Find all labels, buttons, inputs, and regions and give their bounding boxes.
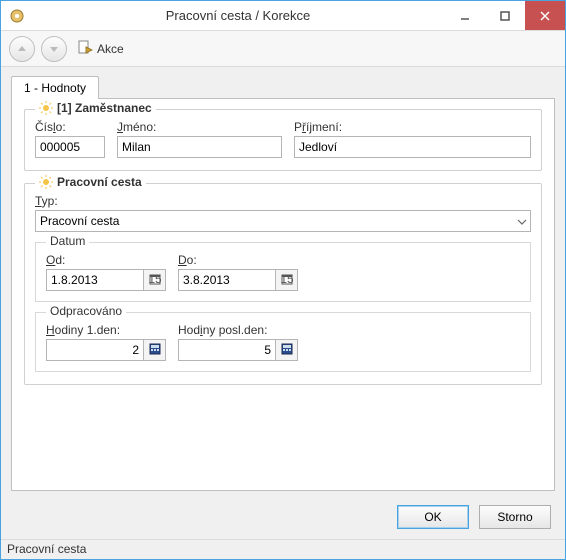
status-text: Pracovní cesta <box>7 542 86 556</box>
minimize-button[interactable] <box>445 1 485 30</box>
calculator-icon <box>281 343 293 358</box>
odpracovano-legend: Odpracováno <box>46 304 126 318</box>
svg-text:15: 15 <box>149 273 161 285</box>
subgroup-datum: Datum Od: 15 Do: <box>35 242 531 302</box>
tabstrip: 1 - Hodnoty <box>11 75 555 98</box>
field-do: Do: 15 <box>178 253 298 291</box>
content-area: 1 - Hodnoty [1] Zaměstnanec Číslo: Jméno… <box>1 67 565 495</box>
field-jmeno: Jméno: <box>117 120 282 158</box>
statusbar: Pracovní cesta <box>1 539 565 559</box>
hodiny-prvni-label: Hodiny 1.den: <box>46 323 166 337</box>
field-hodiny-posledni: Hodiny posl.den: <box>178 323 298 361</box>
actions-menu[interactable]: Akce <box>77 39 124 58</box>
window-title: Pracovní cesta / Korekce <box>31 8 445 23</box>
svg-text:15: 15 <box>281 273 293 285</box>
app-icon <box>9 8 25 24</box>
field-typ: Typ: Pracovní cesta <box>35 194 531 232</box>
group-trip-legend: Pracovní cesta <box>35 175 146 189</box>
cislo-label: Číslo: <box>35 120 105 134</box>
jmeno-input[interactable] <box>117 136 282 158</box>
calendar-icon: 15 <box>149 273 161 288</box>
typ-select[interactable]: Pracovní cesta <box>35 210 531 232</box>
group-trip: Pracovní cesta Typ: Pracovní cesta Datum… <box>24 183 542 385</box>
hodiny-posledni-label: Hodiny posl.den: <box>178 323 298 337</box>
hodiny-prvni-calc-button[interactable] <box>144 339 166 361</box>
datum-legend: Datum <box>46 234 89 248</box>
prijmeni-input[interactable] <box>294 136 531 158</box>
field-cislo: Číslo: <box>35 120 105 158</box>
titlebar: Pracovní cesta / Korekce <box>1 1 565 31</box>
calculator-icon <box>149 343 161 358</box>
do-label: Do: <box>178 253 298 267</box>
field-hodiny-prvni: Hodiny 1.den: <box>46 323 166 361</box>
prijmeni-label: Příjmení: <box>294 120 531 134</box>
od-datepicker-button[interactable]: 15 <box>144 269 166 291</box>
do-datepicker-button[interactable]: 15 <box>276 269 298 291</box>
typ-label: Typ: <box>35 194 531 208</box>
hodiny-posledni-input[interactable] <box>178 339 276 361</box>
sun-icon <box>39 175 53 189</box>
dialog-window: Pracovní cesta / Korekce Akce 1 - Hodnot… <box>0 0 566 560</box>
nav-up-button[interactable] <box>9 36 35 62</box>
tab-hodnoty[interactable]: 1 - Hodnoty <box>11 76 99 99</box>
cancel-button[interactable]: Storno <box>479 505 551 529</box>
group-employee: [1] Zaměstnanec Číslo: Jméno: Příjmení: <box>24 109 542 171</box>
do-input[interactable] <box>178 269 276 291</box>
window-buttons <box>445 1 565 30</box>
field-od: Od: 15 <box>46 253 166 291</box>
ok-button[interactable]: OK <box>397 505 469 529</box>
maximize-button[interactable] <box>485 1 525 30</box>
close-button[interactable] <box>525 1 565 30</box>
hodiny-posledni-calc-button[interactable] <box>276 339 298 361</box>
od-input[interactable] <box>46 269 144 291</box>
group-employee-legend: [1] Zaměstnanec <box>35 101 156 115</box>
nav-down-button[interactable] <box>41 36 67 62</box>
actions-icon <box>77 39 93 58</box>
calendar-icon: 15 <box>281 273 293 288</box>
sun-icon <box>39 101 53 115</box>
jmeno-label: Jméno: <box>117 120 282 134</box>
toolbar: Akce <box>1 31 565 67</box>
subgroup-odpracovano: Odpracováno Hodiny 1.den: Hodiny posl.de… <box>35 312 531 372</box>
tab-panel: [1] Zaměstnanec Číslo: Jméno: Příjmení: <box>11 98 555 491</box>
od-label: Od: <box>46 253 166 267</box>
field-prijmeni: Příjmení: <box>294 120 531 158</box>
dialog-buttons: OK Storno <box>1 495 565 539</box>
hodiny-prvni-input[interactable] <box>46 339 144 361</box>
actions-label: Akce <box>97 42 124 56</box>
cislo-input[interactable] <box>35 136 105 158</box>
